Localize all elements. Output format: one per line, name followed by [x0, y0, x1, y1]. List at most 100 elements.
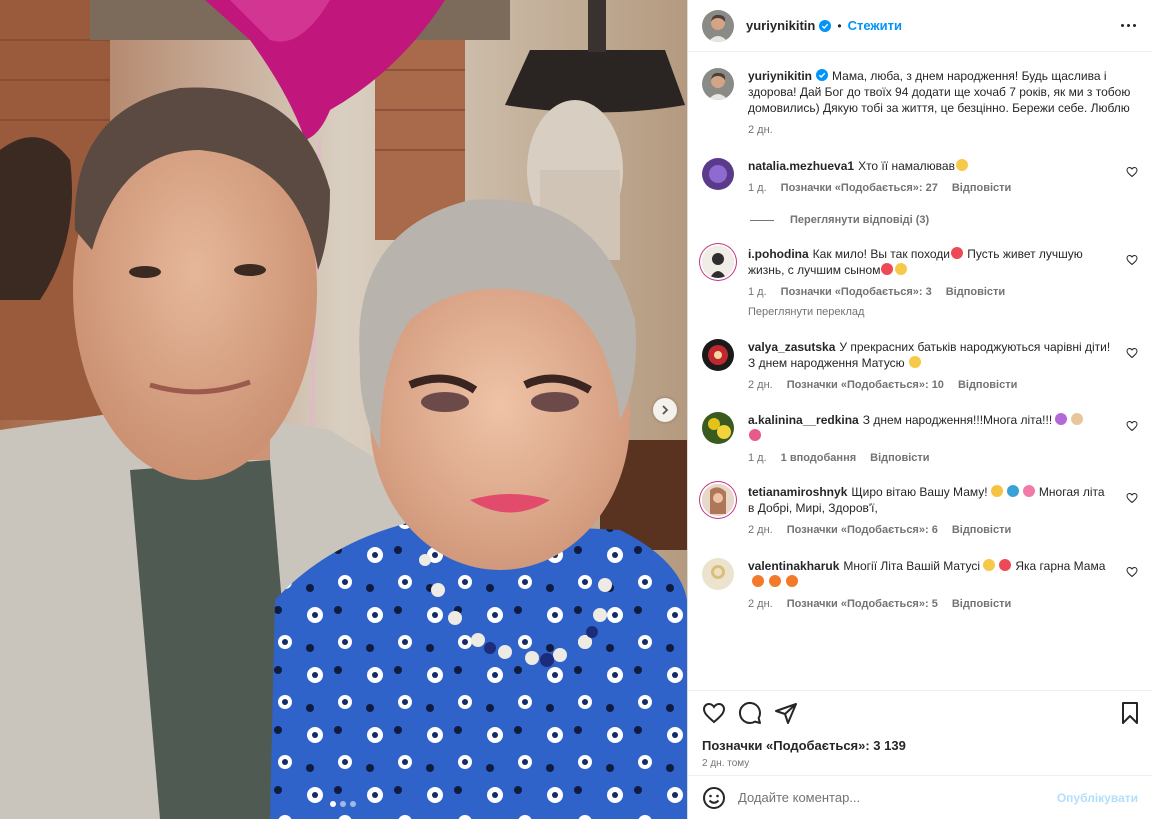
comment-like-heart-icon[interactable] — [1126, 492, 1138, 504]
comment-like-heart-icon[interactable] — [1126, 566, 1138, 578]
post-time: 2 дн. тому — [702, 758, 750, 769]
comment-likes[interactable]: 1 вподобання — [781, 452, 856, 464]
carousel-dot — [330, 801, 336, 807]
fire-emoji-icon — [752, 575, 764, 587]
comment-text: З днем народження!!!Многа літа!!! — [862, 413, 1053, 427]
comment-text: Как мило! Вы так походи — [812, 247, 950, 261]
comment-username[interactable]: tetianamiroshnyk — [748, 485, 847, 499]
commenter-avatar[interactable] — [702, 558, 734, 590]
separator-dot: • — [837, 18, 842, 33]
publish-button[interactable]: Опублікувати — [1057, 791, 1138, 805]
share-icon[interactable] — [774, 701, 798, 725]
bouquet-emoji-icon — [749, 429, 761, 441]
post-header: yuriynikitin • Стежити — [688, 0, 1152, 52]
sun-emoji-icon — [990, 485, 1003, 497]
comment-item: tetianamiroshnyk Щиро вітаю Вашу Маму! Мн… — [702, 484, 1138, 536]
comment-text: Хто її намалював — [858, 159, 955, 173]
commenter-avatar[interactable] — [702, 339, 734, 371]
comments-list: yuriynikitin Мама, люба, з днем народженн… — [688, 52, 1152, 690]
commenter-avatar[interactable] — [702, 246, 734, 278]
comment-like-heart-icon[interactable] — [1126, 254, 1138, 266]
flower-emoji-icon — [1022, 485, 1035, 497]
comment-likes[interactable]: Позначки «Подобається»: 6 — [787, 524, 938, 536]
heart-emoji-icon — [999, 559, 1012, 571]
heart-emoji-icon — [950, 247, 963, 259]
comment-username[interactable]: i.pohodina — [748, 247, 809, 261]
comment-time: 2 дн. — [748, 598, 773, 610]
more-options-button[interactable] — [1117, 20, 1140, 31]
comment-username[interactable]: a.kalinina__redkina — [748, 413, 859, 427]
comment-item: a.kalinina__redkina З днем народження!!!М… — [702, 412, 1138, 464]
comment-input[interactable] — [738, 790, 1057, 805]
heart-emoji-icon — [881, 263, 894, 275]
see-translation-button[interactable]: Переглянути переклад — [748, 306, 1114, 318]
comment-text: Щиро вітаю Вашу Маму! — [851, 485, 988, 499]
save-icon[interactable] — [1118, 701, 1142, 725]
reply-button[interactable]: Відповісти — [870, 452, 929, 464]
heart-icon[interactable] — [702, 701, 726, 725]
globe-emoji-icon — [1006, 485, 1019, 497]
reply-button[interactable]: Відповісти — [952, 182, 1011, 194]
fire-emoji-icon — [786, 575, 798, 587]
cake-emoji-icon — [1071, 413, 1084, 425]
chevron-right-icon — [662, 405, 669, 415]
comment-likes[interactable]: Позначки «Подобається»: 27 — [781, 182, 938, 194]
follow-button[interactable]: Стежити — [848, 18, 902, 33]
comment-item: i.pohodina Как мило! Вы так походи Пусть … — [702, 246, 1138, 318]
comment-likes[interactable]: Позначки «Подобається»: 5 — [787, 598, 938, 610]
comment-time: 1 д. — [748, 182, 767, 194]
verified-icon — [816, 69, 829, 81]
view-replies-button[interactable]: Переглянути відповіді (3) — [750, 214, 1138, 226]
carousel-dot — [350, 801, 356, 807]
comment-time: 2 дн. — [748, 379, 773, 391]
post-actions: Позначки «Подобається»: 3 139 2 дн. тому — [688, 690, 1152, 775]
carousel-next-button[interactable] — [653, 398, 677, 422]
raised-hands-emoji-icon — [895, 263, 908, 275]
comment-item: valentinakharuk Многії Літа Вашій Матусі … — [702, 558, 1138, 610]
reply-button[interactable]: Відповісти — [952, 524, 1011, 536]
fire-emoji-icon — [769, 575, 781, 587]
party-popper-emoji-icon — [1055, 413, 1068, 425]
comment-username[interactable]: valya_zasutska — [748, 340, 835, 354]
emoji-icon[interactable] — [702, 786, 726, 810]
comment-time: 1 д. — [748, 286, 767, 298]
add-comment-bar: Опублікувати — [688, 775, 1152, 819]
comment-likes[interactable]: Позначки «Подобається»: 3 — [781, 286, 932, 298]
selfie-image — [0, 0, 687, 819]
reply-button[interactable]: Відповісти — [952, 598, 1011, 610]
post-photo[interactable] — [0, 0, 687, 819]
reply-button[interactable]: Відповісти — [958, 379, 1017, 391]
comment-username[interactable]: natalia.mezhueva1 — [748, 159, 854, 173]
author-avatar[interactable] — [702, 9, 734, 42]
reply-button[interactable]: Відповісти — [946, 286, 1005, 298]
comment-like-heart-icon[interactable] — [1126, 347, 1138, 359]
comment-item: natalia.mezhueva1 Хто її намалював 1 д. П… — [702, 158, 1138, 194]
author-username[interactable]: yuriynikitin — [746, 18, 815, 33]
post-modal: yuriynikitin • Стежити yuriynikitin Мама,… — [0, 0, 1152, 819]
carousel-indicator — [330, 801, 356, 807]
verified-icon — [819, 19, 832, 32]
caption-time: 2 дн. — [748, 124, 773, 136]
comment-icon[interactable] — [738, 701, 762, 725]
author-avatar[interactable] — [702, 68, 734, 100]
scream-emoji-icon — [955, 159, 968, 171]
commenter-avatar[interactable] — [702, 484, 734, 516]
post-sidebar: yuriynikitin • Стежити yuriynikitin Мама,… — [687, 0, 1152, 819]
comment-time: 1 д. — [748, 452, 767, 464]
comment-time: 2 дн. — [748, 524, 773, 536]
comment-text: Многії Літа Вашій Матусі — [843, 559, 981, 573]
caption-username[interactable]: yuriynikitin — [748, 69, 812, 83]
comment-likes[interactable]: Позначки «Подобається»: 10 — [787, 379, 944, 391]
likes-count[interactable]: Позначки «Подобається»: 3 139 — [702, 738, 1142, 753]
commenter-avatar[interactable] — [702, 158, 734, 190]
comment-text-continued: Яка гарна Мама — [1012, 559, 1106, 573]
post-caption: yuriynikitin Мама, люба, з днем народженн… — [702, 68, 1138, 136]
raised-hands-emoji-icon — [908, 356, 921, 368]
comment-username[interactable]: valentinakharuk — [748, 559, 839, 573]
comment-like-heart-icon[interactable] — [1126, 420, 1138, 432]
commenter-avatar[interactable] — [702, 412, 734, 444]
comment-like-heart-icon[interactable] — [1126, 166, 1138, 178]
comment-item: valya_zasutska У прекрасних батьків народ… — [702, 339, 1138, 391]
raised-hands-emoji-icon — [983, 559, 996, 571]
view-replies-label: Переглянути відповіді (3) — [790, 214, 930, 226]
